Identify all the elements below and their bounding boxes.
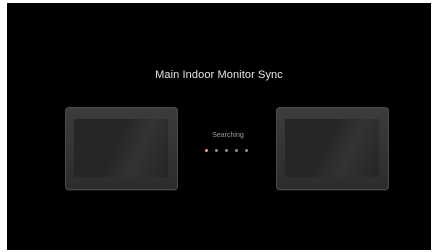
progress-dot-active — [205, 148, 208, 152]
monitor-display — [285, 119, 379, 177]
main-monitor-icon — [65, 107, 178, 190]
sync-screen: Main Indoor Monitor Sync Searching — [7, 3, 431, 250]
indoor-monitor-icon — [276, 107, 389, 190]
progress-dot — [235, 148, 238, 152]
page-title: Main Indoor Monitor Sync — [155, 69, 283, 81]
progress-dots — [205, 147, 248, 153]
status-text: Searching — [212, 132, 244, 139]
monitor-display — [74, 119, 168, 177]
progress-dot — [225, 148, 228, 152]
outer-frame: Main Indoor Monitor Sync Searching — [0, 0, 438, 252]
progress-dot — [245, 148, 248, 152]
progress-dot — [215, 148, 218, 152]
